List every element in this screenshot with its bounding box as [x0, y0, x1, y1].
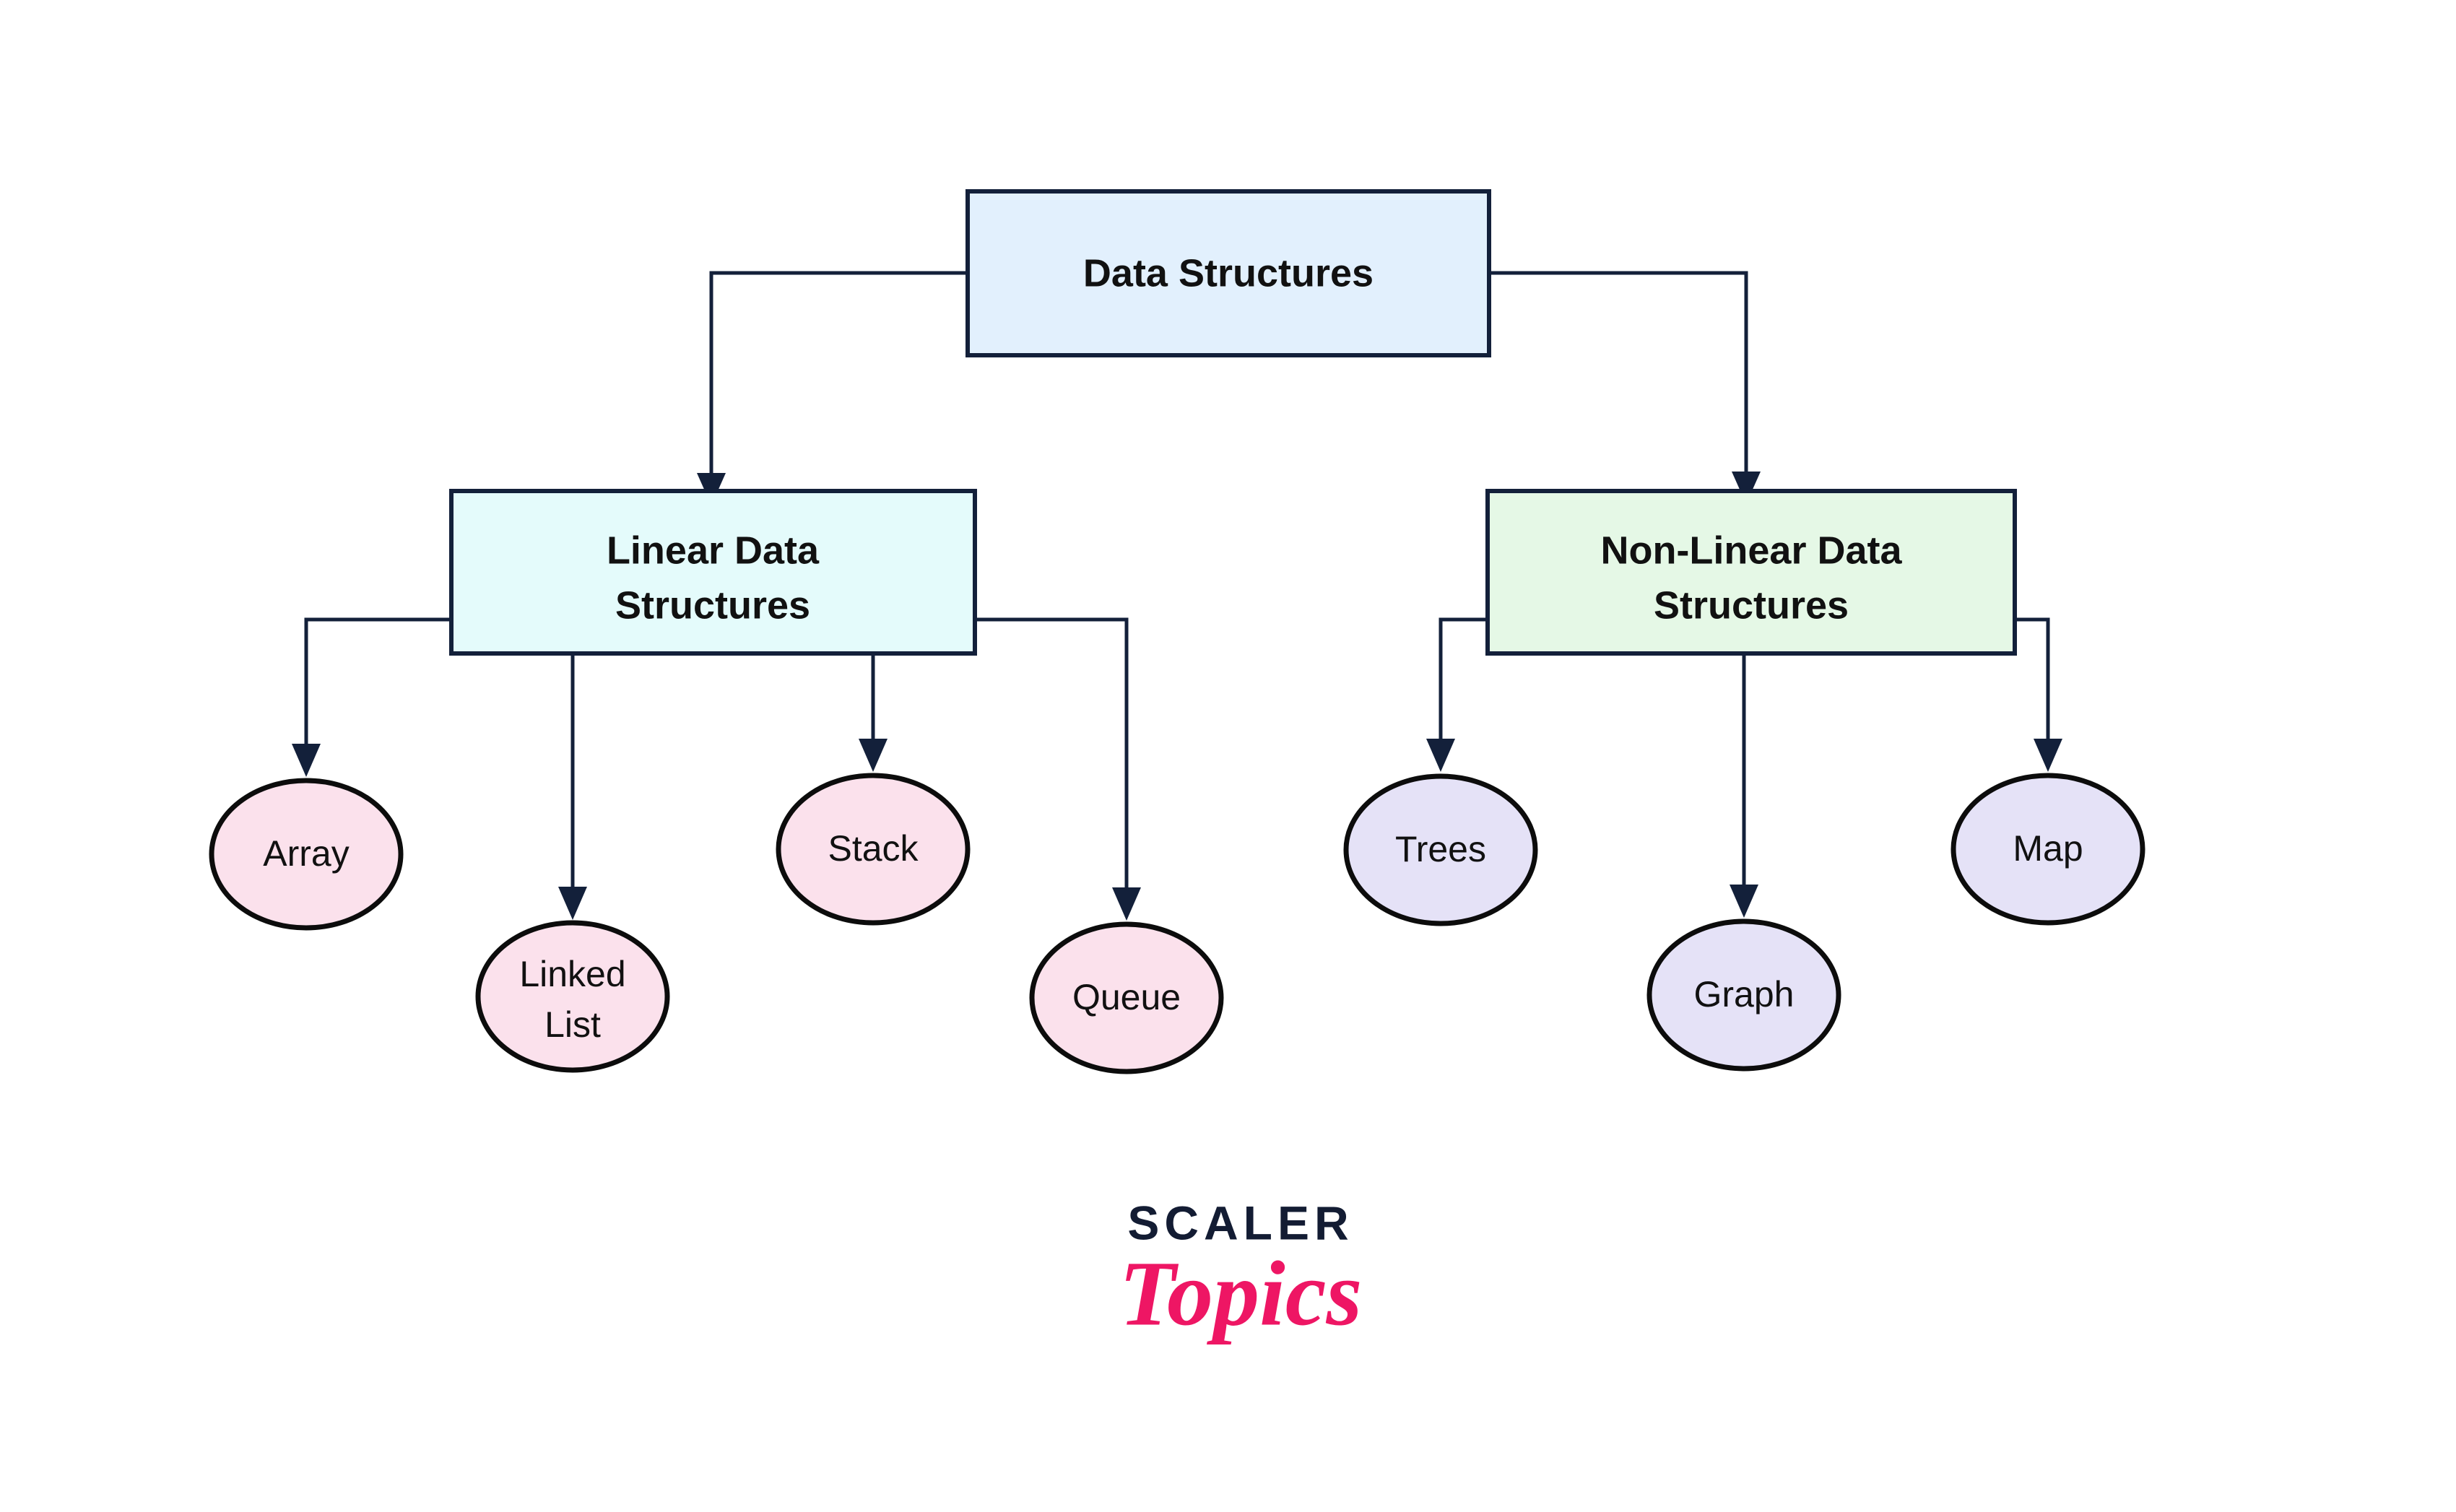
node-stack[interactable]: Stack [776, 773, 971, 926]
node-label-linear-line2: Structures [615, 583, 810, 627]
node-label-queue: Queue [1072, 977, 1181, 1017]
edge-path [2015, 617, 2050, 742]
node-label-array: Array [263, 833, 349, 874]
node-label-data-structures: Data Structures [1083, 251, 1374, 295]
edge-path [709, 271, 968, 477]
edge-path [1489, 271, 1748, 475]
node-label-stack: Stack [828, 828, 919, 869]
edge-nonlinear-to-trees [1426, 617, 1488, 772]
arrow-head-icon [558, 887, 587, 920]
data-structures-tree-diagram: Data Structures Linear Data Structures N… [209, 189, 2145, 1344]
edge-linear-to-queue [975, 617, 1141, 921]
arrow-head-icon [292, 744, 321, 777]
edge-path [304, 617, 451, 747]
edge-root-to-nonlinear [1489, 271, 1761, 504]
arrow-head-icon [2034, 739, 2062, 772]
edge-linear-to-linked-list [558, 653, 587, 920]
node-data-structures[interactable]: Data Structures [966, 189, 1491, 357]
arrow-head-icon [1112, 887, 1141, 921]
scaler-topics-logo: SCALER Topics [1119, 1196, 1363, 1344]
edge-nonlinear-to-map [2015, 617, 2062, 772]
edge-linear-to-stack [859, 653, 888, 772]
edge-path [1439, 617, 1488, 742]
logo-sub-brand-topics: Topics [1119, 1242, 1363, 1344]
node-map[interactable]: Map [1951, 773, 2145, 926]
edge-root-to-linear [697, 271, 968, 505]
edge-nonlinear-to-graph [1730, 653, 1758, 918]
node-linked-list[interactable]: Linked List [475, 920, 670, 1073]
node-graph[interactable]: Graph [1646, 918, 1841, 1072]
node-linear-data-structures[interactable]: Linear Data Structures [449, 489, 977, 656]
node-array[interactable]: Array [209, 778, 404, 931]
node-shape-rectangle [449, 489, 977, 656]
node-shape-ellipse [475, 920, 670, 1073]
arrow-head-icon [859, 739, 888, 772]
node-queue[interactable]: Queue [1029, 921, 1224, 1074]
arrow-head-icon [1730, 885, 1758, 918]
node-label-trees: Trees [1395, 829, 1486, 869]
node-shape-rectangle [1485, 489, 2017, 656]
edge-path [975, 617, 1129, 891]
arrow-head-icon [1426, 739, 1455, 772]
node-label-graph: Graph [1694, 974, 1795, 1014]
node-label-map: Map [2013, 828, 2083, 869]
logo-brand-scaler: SCALER [1127, 1196, 1353, 1249]
node-label-nonlinear-line2: Structures [1654, 583, 1849, 627]
node-non-linear-data-structures[interactable]: Non-Linear Data Structures [1485, 489, 2017, 656]
diagram-canvas: Data Structures Linear Data Structures N… [0, 0, 2456, 1512]
edge-linear-to-array [292, 617, 451, 777]
node-label-linked-list-line1: Linked [519, 954, 625, 994]
node-trees[interactable]: Trees [1343, 773, 1538, 926]
node-label-linear-line1: Linear Data [607, 529, 820, 572]
node-label-nonlinear-line1: Non-Linear Data [1600, 529, 1902, 572]
node-label-linked-list-line2: List [544, 1004, 601, 1045]
